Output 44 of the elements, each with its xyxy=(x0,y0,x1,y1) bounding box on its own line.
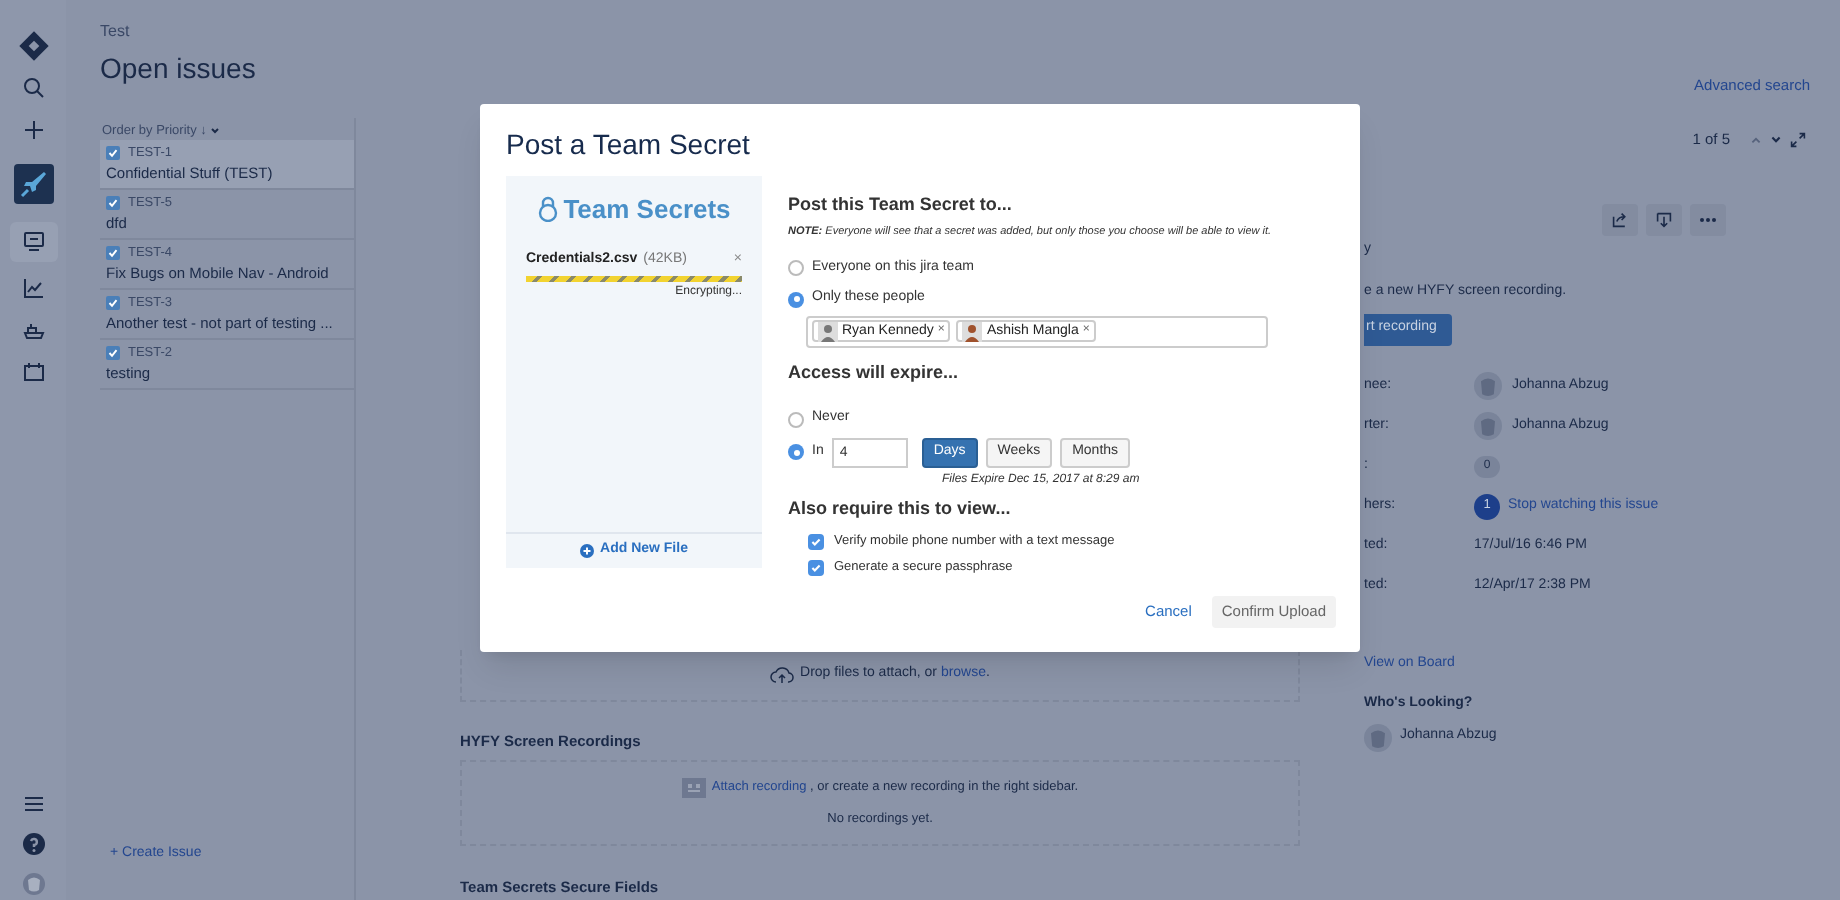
export-button[interactable] xyxy=(1646,203,1682,235)
section-heading: Access will expire... xyxy=(788,359,961,386)
chart-icon[interactable] xyxy=(21,275,45,299)
section-heading: Also require this to view... xyxy=(788,495,1013,522)
download-icon xyxy=(1656,211,1672,227)
rocket-icon[interactable] xyxy=(13,164,53,204)
plus-icon[interactable] xyxy=(21,117,45,141)
film-icon xyxy=(681,777,706,798)
upload-cloud-icon xyxy=(770,666,795,684)
board-icon[interactable] xyxy=(21,230,45,254)
section-heading: Post this Team Secret to... xyxy=(788,192,1014,218)
calendar-icon[interactable] xyxy=(21,359,45,383)
person-avatar-icon xyxy=(818,321,838,342)
radio-button[interactable] xyxy=(788,444,804,461)
brand-name: Team Secrets xyxy=(563,192,731,228)
share-button[interactable] xyxy=(1602,203,1638,235)
share-icon xyxy=(1612,211,1628,227)
menu-icon[interactable] xyxy=(21,792,45,816)
avatar-icon xyxy=(1364,723,1392,751)
radio-button[interactable] xyxy=(788,291,804,307)
lock-icon xyxy=(537,196,558,223)
caret-icon xyxy=(210,126,221,136)
more-button[interactable] xyxy=(1690,203,1726,235)
task-icon xyxy=(106,195,120,210)
breadcrumb[interactable]: Test xyxy=(100,20,460,44)
avatar-icon xyxy=(1474,412,1502,440)
checkbox[interactable] xyxy=(808,559,824,576)
task-icon xyxy=(106,245,120,260)
down-caret-icon[interactable] xyxy=(1770,133,1782,146)
avatar-icon xyxy=(1474,372,1502,400)
search-icon[interactable] xyxy=(21,75,45,99)
plus-circle-icon xyxy=(580,544,595,558)
person-avatar-icon xyxy=(962,321,983,342)
diamond-logo-icon[interactable] xyxy=(17,29,49,61)
page-title: Open issues xyxy=(100,50,258,88)
radio-button[interactable] xyxy=(788,260,804,276)
task-icon xyxy=(106,295,120,310)
task-icon xyxy=(106,345,120,360)
expand-icon[interactable] xyxy=(1790,131,1806,148)
checkbox[interactable] xyxy=(808,534,824,551)
radio-button[interactable] xyxy=(788,411,804,427)
task-icon xyxy=(106,145,120,160)
dialog-title: Post a Team Secret xyxy=(504,126,752,164)
help-icon[interactable] xyxy=(21,832,45,856)
